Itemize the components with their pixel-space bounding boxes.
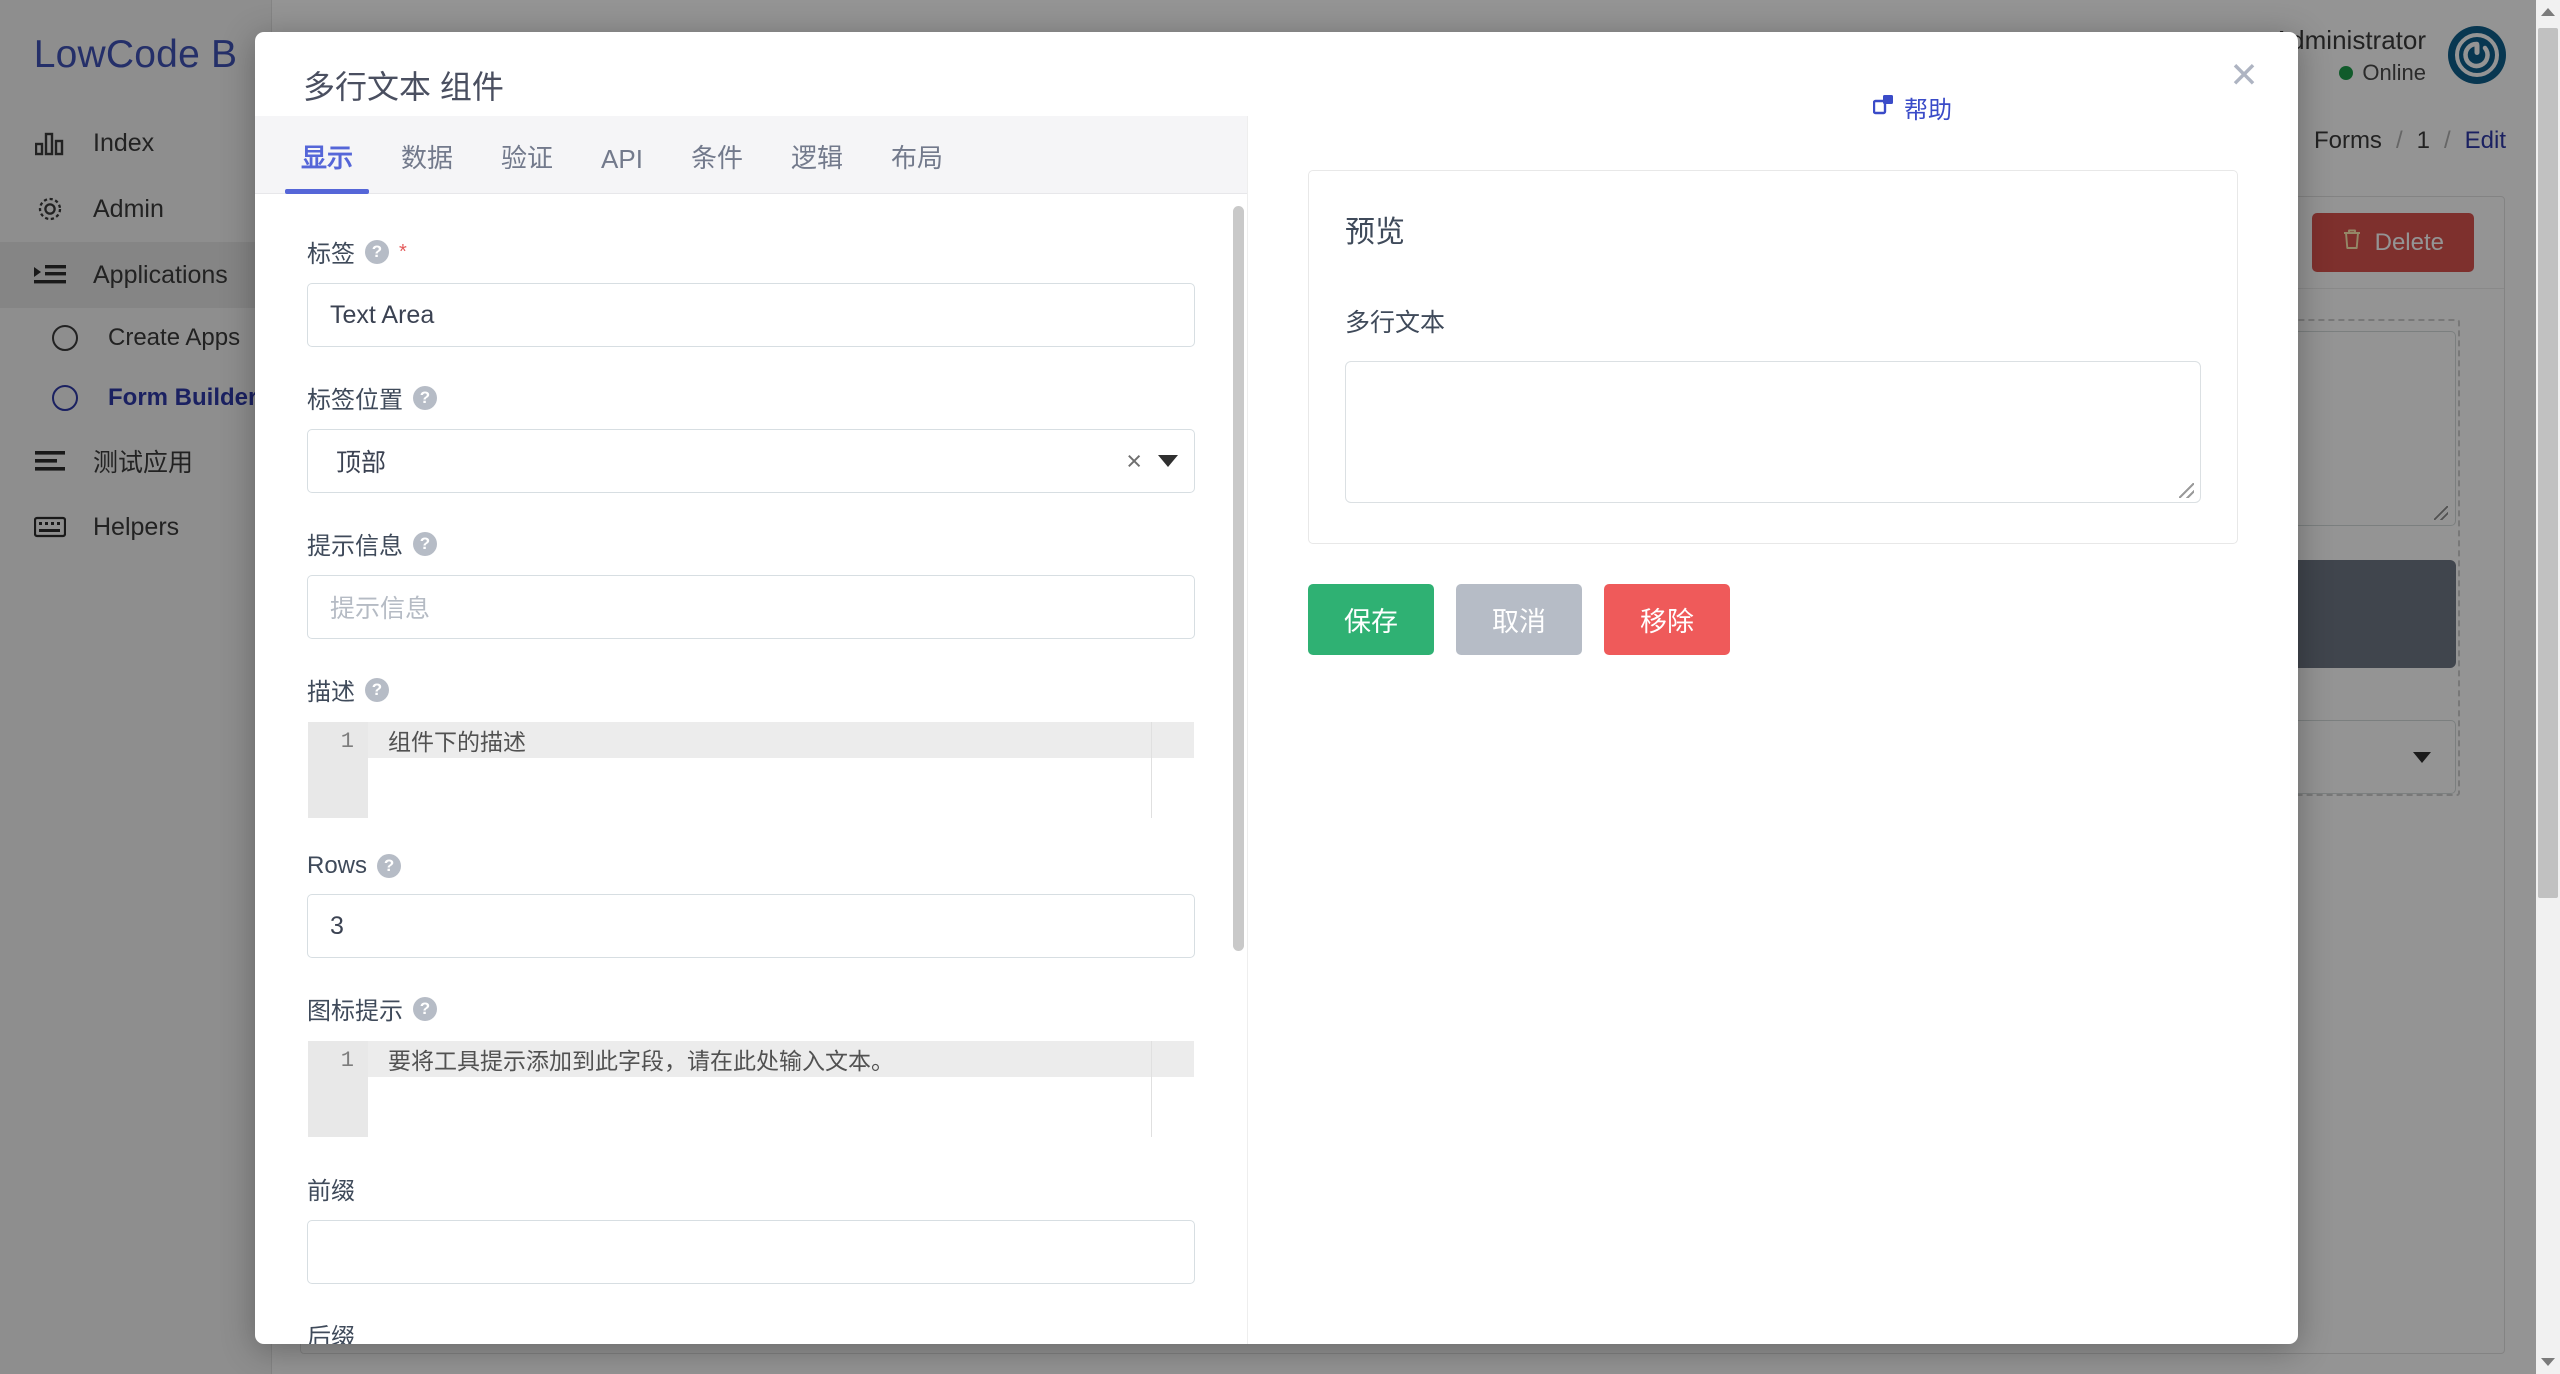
question-icon[interactable]: ? [413, 997, 437, 1021]
chevron-down-icon[interactable] [1158, 455, 1178, 467]
field-group-description: 描述 ? 1 组件下的描述 [307, 672, 1195, 819]
field-label: 图标提示 ? [307, 991, 1195, 1026]
preview-actions: 保存 取消 移除 [1308, 584, 2238, 655]
field-group-rows: Rows ? 3 [307, 852, 1195, 958]
field-group-tooltip: 图标提示 ? 1 要将工具提示添加到此字段，请在此处输入文本。 [307, 991, 1195, 1138]
description-code-editor[interactable]: 1 组件下的描述 [307, 721, 1195, 819]
field-label-text: 标签 [307, 234, 355, 269]
tab-layout[interactable]: 布局 [867, 138, 967, 193]
code-print-margin [1151, 1041, 1152, 1137]
code-lines[interactable]: 要将工具提示添加到此字段，请在此处输入文本。 [368, 1041, 1194, 1137]
field-group-prefix: 前缀 [307, 1171, 1195, 1284]
question-icon[interactable]: ? [365, 678, 389, 702]
tab-api[interactable]: API [577, 144, 667, 193]
question-icon[interactable]: ? [377, 854, 401, 878]
preview-card: 预览 多行文本 [1308, 170, 2238, 544]
modal-body: 显示 数据 验证 API 条件 逻辑 布局 标签 ? * Text Area [255, 116, 2298, 1344]
field-label: 描述 ? [307, 672, 1195, 707]
close-icon[interactable]: ✕ [2222, 56, 2266, 100]
question-icon[interactable]: ? [413, 386, 437, 410]
clear-icon[interactable]: × [1110, 446, 1158, 477]
tab-display[interactable]: 显示 [277, 138, 377, 193]
cancel-button[interactable]: 取消 [1456, 584, 1582, 655]
preview-field-label: 多行文本 [1345, 303, 2201, 339]
tooltip-code-editor[interactable]: 1 要将工具提示添加到此字段，请在此处输入文本。 [307, 1040, 1195, 1138]
preview-column: 预览 多行文本 保存 取消 移除 [1248, 116, 2298, 1344]
preview-title: 预览 [1345, 207, 2201, 251]
code-gutter: 1 [308, 1041, 368, 1137]
external-link-icon [1873, 93, 1895, 122]
field-label-text: 描述 [307, 672, 355, 707]
field-label: 标签位置 ? [307, 380, 1195, 415]
prefix-input[interactable] [307, 1220, 1195, 1284]
settings-column: 显示 数据 验证 API 条件 逻辑 布局 标签 ? * Text Area [255, 116, 1248, 1344]
code-line-1: 组件下的描述 [368, 722, 1194, 758]
field-group-label: 标签 ? * Text Area [307, 234, 1195, 347]
rows-input[interactable]: 3 [307, 894, 1195, 958]
settings-tabs: 显示 数据 验证 API 条件 逻辑 布局 [255, 116, 1247, 194]
label-position-select[interactable]: 顶部 × [307, 429, 1195, 493]
preview-textarea[interactable] [1345, 361, 2201, 503]
page-scrollbar-thumb[interactable] [2538, 28, 2558, 898]
help-link-label: 帮助 [1904, 90, 1952, 125]
field-label-text: 后缀 [307, 1317, 355, 1344]
label-position-value: 顶部 [336, 443, 1110, 479]
field-label: Rows ? [307, 852, 1195, 880]
field-label: 前缀 [307, 1171, 1195, 1206]
page-title: 多行文本 组件 [303, 62, 504, 108]
tab-conditional[interactable]: 条件 [667, 138, 767, 193]
required-marker: * [399, 242, 407, 262]
settings-scrollbar[interactable] [1230, 194, 1247, 1344]
field-label: 标签 ? * [307, 234, 1195, 269]
code-lines[interactable]: 组件下的描述 [368, 722, 1194, 818]
code-line-1: 要将工具提示添加到此字段，请在此处输入文本。 [368, 1041, 1194, 1077]
tab-logic[interactable]: 逻辑 [767, 138, 867, 193]
settings-scrollbar-thumb[interactable] [1233, 206, 1244, 951]
field-label: 后缀 [307, 1317, 1195, 1344]
placeholder-input[interactable]: 提示信息 [307, 575, 1195, 639]
field-label-text: Rows [307, 852, 367, 880]
component-settings-modal: 多行文本 组件 帮助 ✕ 显示 数据 验证 API 条件 逻辑 布局 [255, 32, 2298, 1344]
tab-data[interactable]: 数据 [377, 138, 477, 193]
page-scrollbar[interactable] [2536, 0, 2560, 1374]
question-icon[interactable]: ? [365, 240, 389, 264]
modal-header: 多行文本 组件 帮助 ✕ [255, 32, 2298, 116]
field-label: 提示信息 ? [307, 526, 1195, 561]
field-group-label-position: 标签位置 ? 顶部 × [307, 380, 1195, 493]
remove-button[interactable]: 移除 [1604, 584, 1730, 655]
field-label-text: 图标提示 [307, 991, 403, 1026]
field-label-text: 提示信息 [307, 526, 403, 561]
field-group-suffix: 后缀 [307, 1317, 1195, 1344]
code-print-margin [1151, 722, 1152, 818]
field-group-placeholder: 提示信息 ? 提示信息 [307, 526, 1195, 639]
tab-validation[interactable]: 验证 [477, 138, 577, 193]
label-input[interactable]: Text Area [307, 283, 1195, 347]
save-button[interactable]: 保存 [1308, 584, 1434, 655]
field-label-text: 前缀 [307, 1171, 355, 1206]
help-link[interactable]: 帮助 [1873, 90, 1952, 125]
question-icon[interactable]: ? [413, 532, 437, 556]
scroll-down-arrow-icon[interactable] [2536, 1350, 2560, 1374]
scroll-up-arrow-icon[interactable] [2536, 0, 2560, 24]
field-label-text: 标签位置 [307, 380, 403, 415]
code-gutter: 1 [308, 722, 368, 818]
settings-scroll-area: 标签 ? * Text Area 标签位置 ? 顶部 × [255, 194, 1247, 1344]
